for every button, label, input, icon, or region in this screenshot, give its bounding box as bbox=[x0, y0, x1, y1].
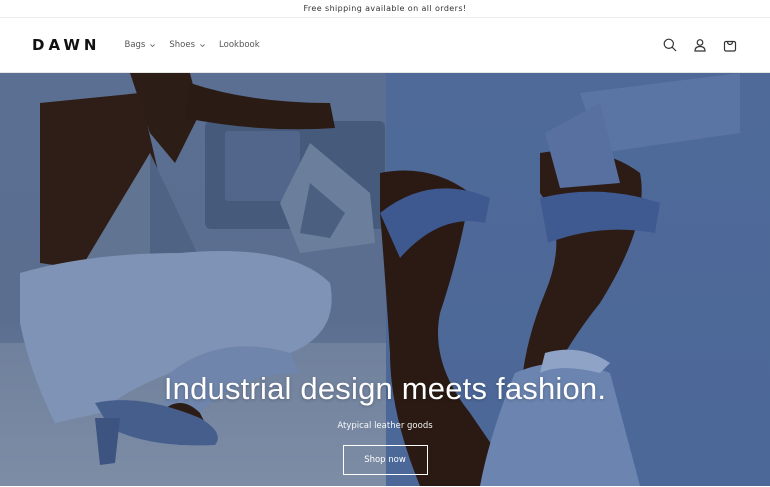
nav-item-shoes[interactable]: Shoes bbox=[169, 40, 206, 50]
chevron-down-icon bbox=[200, 43, 205, 47]
hero-subtitle: Atypical leather goods bbox=[337, 421, 433, 431]
nav-item-bags[interactable]: Bags bbox=[125, 40, 157, 50]
shop-now-button[interactable]: Shop now bbox=[342, 445, 428, 475]
header-icons bbox=[662, 37, 738, 53]
nav-label: Lookbook bbox=[219, 40, 260, 50]
account-icon[interactable] bbox=[692, 37, 708, 53]
search-icon[interactable] bbox=[662, 37, 678, 53]
site-logo[interactable]: DAWN bbox=[32, 36, 101, 54]
hero-title: Industrial design meets fashion. bbox=[163, 371, 607, 406]
announcement-text: Free shipping available on all orders! bbox=[303, 4, 467, 13]
hero-content: Industrial design meets fashion. Atypica… bbox=[0, 371, 770, 475]
chevron-down-icon bbox=[150, 43, 156, 47]
main-nav: Bags Shoes Lookbook bbox=[125, 40, 260, 50]
cart-icon[interactable] bbox=[722, 37, 738, 53]
nav-label: Shoes bbox=[169, 40, 196, 50]
announcement-bar: Free shipping available on all orders! bbox=[0, 0, 770, 18]
nav-item-lookbook[interactable]: Lookbook bbox=[219, 40, 260, 50]
hero-banner: Industrial design meets fashion. Atypica… bbox=[0, 73, 770, 486]
nav-label: Bags bbox=[124, 40, 146, 50]
site-header: DAWN Bags Shoes Lookbook bbox=[0, 18, 770, 73]
